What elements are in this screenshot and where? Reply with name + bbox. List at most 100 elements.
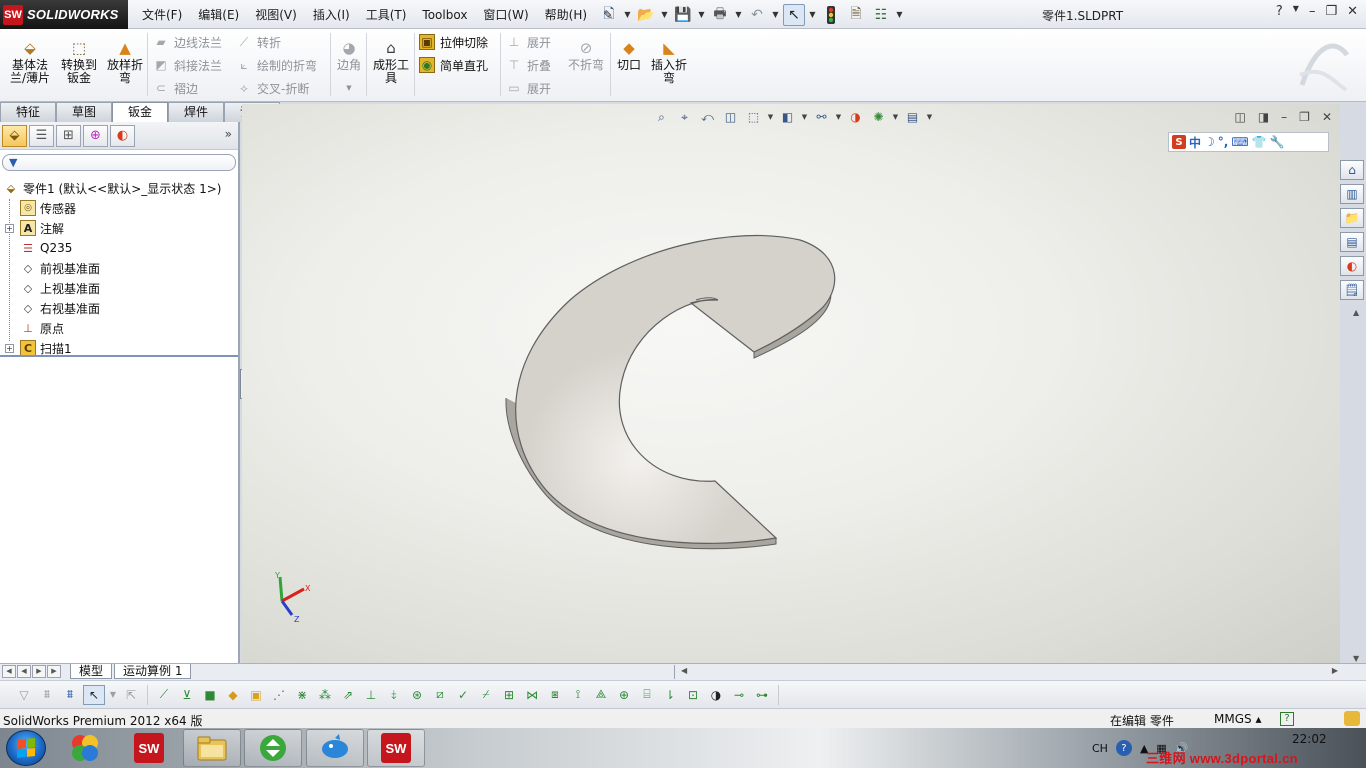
ime-skin-icon[interactable]: 👕 (1252, 135, 1267, 149)
filter-faces-icon[interactable]: ■ (200, 685, 220, 705)
doc-close-button[interactable]: ✕ (1322, 110, 1332, 124)
new-document-icon[interactable]: 🗋 (598, 4, 620, 26)
prev-tab-arrow-icon[interactable]: ◀ (17, 665, 31, 678)
tree-item-sensors[interactable]: ◎ 传感器 (0, 198, 238, 218)
filter-cosmetic-threads-icon[interactable]: ⊕ (614, 685, 634, 705)
feature-tree-filter[interactable]: ▼ (2, 154, 236, 171)
ime-settings-icon[interactable]: 🔧 (1270, 135, 1285, 149)
ime-keyboard-icon[interactable]: ⌨ (1231, 135, 1248, 149)
taskbar-app-solidworks-pinned[interactable]: SW (120, 729, 178, 767)
taskbar-clock[interactable]: 22:02 (1292, 732, 1327, 747)
options-icon[interactable]: ☷ (870, 4, 892, 26)
lofted-bend-button[interactable]: ▲ 放样折 弯 (104, 39, 146, 85)
undo-dropdown-icon[interactable]: ▼ (771, 4, 780, 26)
sheet-metal-part-model[interactable] (500, 230, 840, 550)
previous-view-icon[interactable]: ⤺ (698, 108, 717, 126)
menu-tools[interactable]: 工具(T) (358, 6, 415, 23)
ime-logo-icon[interactable]: S (1172, 135, 1186, 149)
menu-edit[interactable]: 编辑(E) (190, 6, 247, 23)
filter-connection-points-icon[interactable]: ◑ (706, 685, 726, 705)
print-dropdown-icon[interactable]: ▼ (734, 4, 743, 26)
tab-sheet-metal[interactable]: 钣金 (112, 102, 168, 123)
new-dropdown-icon[interactable]: ▼ (623, 4, 632, 26)
select-tool-icon[interactable]: ↖ (83, 684, 105, 705)
edit-appearance-icon[interactable]: ◑ (846, 108, 865, 126)
base-flange-button[interactable]: ⬙ 基体法 兰/薄片 (9, 39, 51, 85)
solidworks-logo[interactable]: SW SOLIDWORKS (0, 0, 128, 29)
open-folder-icon[interactable]: 📂 (635, 4, 657, 26)
tree-item-top-plane[interactable]: ◇ 上视基准面 (0, 278, 238, 298)
tab-model[interactable]: 模型 (70, 664, 113, 679)
filter-notes-icon[interactable]: ⊞ (499, 685, 519, 705)
tree-item-material[interactable]: ☰ Q235 (0, 238, 238, 258)
taskbar-app-qq-dolphin[interactable] (306, 729, 364, 767)
select-dropdown-icon[interactable]: ▼ (108, 685, 118, 705)
sketched-bend-button[interactable]: ⟀ 绘制的折弯 (236, 55, 317, 75)
filter-spline-handles-icon[interactable]: ⊶ (752, 685, 772, 705)
tab-weldments[interactable]: 焊件 (168, 102, 224, 122)
options-dropdown-icon[interactable]: ▼ (895, 4, 904, 26)
rip-button[interactable]: ◆ 切口 (614, 39, 644, 72)
menu-file[interactable]: 文件(F) (134, 6, 190, 23)
view-settings-dropdown-icon[interactable]: ▼ (926, 108, 933, 126)
input-language[interactable]: CH (1092, 742, 1108, 755)
unfold-button[interactable]: ⊥ 展开 (506, 32, 551, 52)
unit-system-selector[interactable]: MMGS ▴ (1214, 712, 1261, 726)
display-style-icon[interactable]: ◧ (778, 108, 797, 126)
section-view-icon[interactable]: ◫ (721, 108, 740, 126)
open-dropdown-icon[interactable]: ▼ (660, 4, 669, 26)
tab-features[interactable]: 特征 (0, 102, 56, 122)
hide-show-dropdown-icon[interactable]: ▼ (835, 108, 842, 126)
print-icon[interactable]: 🖶 (709, 4, 731, 26)
rebuild-traffic-light-icon[interactable] (820, 4, 842, 26)
vertical-scrollbar[interactable]: ▲ ▼ (1350, 308, 1364, 663)
file-properties-icon[interactable]: 🗎 (845, 4, 867, 26)
filter-sketch-segments-icon[interactable]: ⇗ (338, 685, 358, 705)
clear-filters-icon[interactable]: ⩩ (37, 685, 57, 705)
corners-dropdown-icon[interactable]: ▼ (334, 82, 364, 95)
filter-center-marks-icon[interactable]: ⤈ (384, 685, 404, 705)
flatten-button[interactable]: ▭ 展开 (506, 78, 551, 98)
minimize-button[interactable]: – (1309, 4, 1316, 19)
zoom-to-fit-icon[interactable]: ⌕ (652, 108, 671, 126)
scroll-up-arrow-icon[interactable]: ▲ (1353, 308, 1359, 317)
filter-datum-targets-icon[interactable]: ⟟ (568, 685, 588, 705)
view-orientation-dropdown-icon[interactable]: ▼ (767, 108, 774, 126)
next-tab-arrow-icon[interactable]: ▶ (32, 665, 46, 678)
quick-tips-help-icon[interactable]: ? (1280, 712, 1294, 726)
ime-moon-icon[interactable]: ☽ (1204, 135, 1215, 149)
design-library-icon[interactable]: ▥ (1340, 184, 1364, 204)
scroll-down-arrow-icon[interactable]: ▼ (1353, 654, 1359, 663)
display-manager-tab-icon[interactable]: ◐ (110, 124, 135, 147)
filter-datum-features-icon[interactable]: ⟁ (591, 685, 611, 705)
menu-insert[interactable]: 插入(I) (305, 6, 358, 23)
property-manager-tab-icon[interactable]: ☰ (29, 124, 54, 147)
select-arrow-icon[interactable]: ↖ (783, 3, 805, 26)
insert-bends-button[interactable]: ◣ 插入折 弯 (648, 39, 690, 85)
filter-solid-bodies-icon[interactable]: ▣ (246, 685, 266, 705)
custom-properties-icon[interactable]: 🗒 (1340, 280, 1364, 300)
taskbar-app-explorer[interactable] (183, 729, 241, 767)
taskbar-app-solidworks-active[interactable]: SW (367, 729, 425, 767)
filter-balloons-icon[interactable]: ⋈ (522, 685, 542, 705)
split-view-2-icon[interactable]: ◨ (1258, 110, 1269, 124)
display-style-dropdown-icon[interactable]: ▼ (801, 108, 808, 126)
filter-vertices-icon[interactable]: ⟋ (154, 685, 174, 705)
convert-to-sheet-metal-button[interactable]: ⬚ 转换到 钣金 (58, 39, 100, 85)
filter-weld-symbols-icon[interactable]: ⧆ (545, 685, 565, 705)
view-settings-icon[interactable]: ▤ (903, 108, 922, 126)
filter-gtol-icon[interactable]: ⌿ (476, 685, 496, 705)
cross-break-button[interactable]: ⟡ 交叉-折断 (236, 78, 309, 98)
rollback-bar[interactable] (0, 355, 238, 357)
doc-restore-button[interactable]: ❐ (1299, 110, 1310, 124)
filter-core-holes-icon[interactable]: ⇂ (660, 685, 680, 705)
tree-item-annotations[interactable]: + A 注解 (0, 218, 238, 238)
filter-hole-callouts-icon[interactable]: ⊡ (683, 685, 703, 705)
filter-surface-finish-icon[interactable]: ✓ (453, 685, 473, 705)
doc-minimize-button[interactable]: – (1281, 110, 1287, 124)
menu-toolbox[interactable]: Toolbox (414, 8, 475, 22)
filter-dimensions-icon[interactable]: ⧄ (430, 685, 450, 705)
hem-button[interactable]: ⊂ 褶边 (153, 78, 198, 98)
view-orientation-icon[interactable]: ⬚ (744, 108, 763, 126)
restore-button[interactable]: ❐ (1325, 4, 1337, 19)
